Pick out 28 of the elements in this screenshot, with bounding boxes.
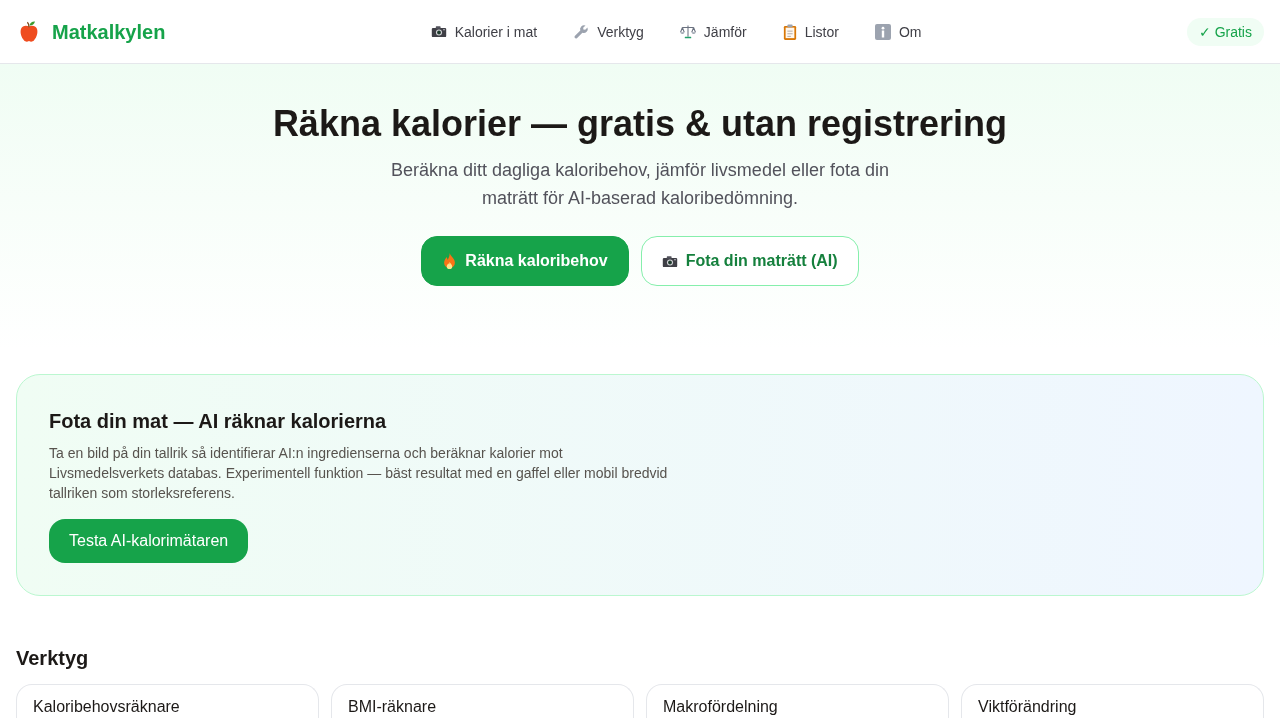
clipboard-icon bbox=[782, 23, 797, 40]
nav-link[interactable]: Jämför bbox=[667, 13, 759, 50]
nav-link[interactable]: Verktyg bbox=[561, 13, 656, 50]
tool-title: Makrofördelning bbox=[663, 697, 779, 717]
nav-link[interactable]: Kalorier i mat bbox=[418, 13, 550, 50]
wrench-icon bbox=[573, 23, 590, 40]
photo-meal-button[interactable]: Fota din maträtt (AI) bbox=[640, 236, 859, 286]
site-name: Matkalkylen bbox=[52, 19, 166, 45]
section-heading: Verktyg bbox=[16, 646, 90, 671]
nav-link[interactable]: Om bbox=[862, 13, 934, 50]
hero-title: Räkna kalorier — gratis & utan registrering bbox=[272, 104, 1008, 144]
balance-scale-icon bbox=[679, 24, 696, 39]
flame-icon bbox=[442, 252, 458, 270]
tool-title: BMI-räknare bbox=[348, 697, 438, 717]
camera-icon bbox=[430, 25, 447, 38]
free-badge: ✓ Gratis bbox=[1186, 17, 1264, 46]
tool-card[interactable]: Makrofördelning bbox=[646, 684, 949, 718]
info-icon bbox=[874, 23, 891, 40]
tool-title: Viktförändring bbox=[978, 697, 1078, 717]
promo-description: Ta en bild på din tallrik så identifierar AI:n ingredienserna och beräknar kalorier mot Livsmedelsverkets databas. Experimentell funktion — bäst resultat med en gaffel eller mobil bredvid tallriken som storleksreferens. bbox=[49, 444, 669, 503]
hero-subtitle: Beräkna ditt dagliga kaloribehov, jämför livsmedel eller fota din maträtt för AI-baserad kaloribedömning. bbox=[390, 159, 890, 210]
tool-card[interactable]: BMI-räknare bbox=[331, 684, 634, 718]
promo-title: Fota din mat — AI räknar kalorierna bbox=[49, 409, 388, 434]
tool-card[interactable]: Kaloribehovsräknare bbox=[16, 684, 319, 718]
camera-icon bbox=[661, 254, 678, 268]
tool-title: Kaloribehovsräknare bbox=[33, 697, 181, 717]
tool-card[interactable]: Viktförändring bbox=[961, 684, 1264, 718]
nav-link[interactable]: Listor bbox=[770, 13, 851, 50]
